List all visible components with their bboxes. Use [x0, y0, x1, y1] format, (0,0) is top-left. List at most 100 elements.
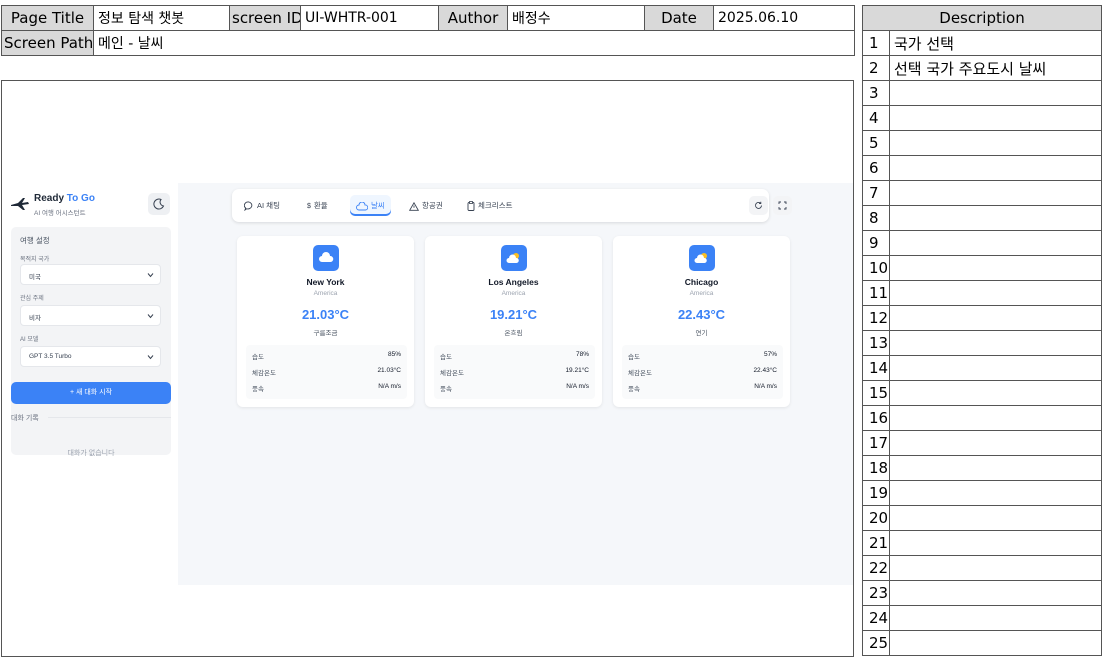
description-row-text — [889, 130, 1102, 156]
cloud-icon — [319, 252, 334, 262]
description-row-number: 23 — [862, 580, 890, 606]
moon-icon — [153, 198, 165, 210]
description-row-number: 8 — [862, 205, 890, 231]
description-row-text — [889, 330, 1102, 356]
description-row: 15 — [862, 380, 1102, 406]
refresh-button[interactable] — [749, 196, 768, 215]
partly-cloudy-icon — [506, 253, 519, 263]
description-row-number: 3 — [862, 80, 890, 106]
screen-path-value: 메인 - 날씨 — [93, 30, 855, 56]
model-select[interactable]: GPT 3.5 Turbo — [20, 346, 161, 367]
topic-select[interactable]: 비자 — [20, 305, 161, 326]
tab-ai-chat[interactable]: AI 채팅 — [244, 195, 280, 216]
tab-bar: AI 채팅 $ 환율 날씨 항공권 체크리스트 — [232, 189, 792, 222]
dollar-icon: $ — [307, 202, 311, 210]
spec-header-table: Page Title 정보 탐색 챗봇 screen ID UI-WHTR-00… — [1, 5, 855, 56]
description-row-number: 25 — [862, 630, 890, 656]
description-row-number: 16 — [862, 405, 890, 431]
description-row-text — [889, 630, 1102, 656]
description-row-text — [889, 205, 1102, 231]
description-row-text — [889, 380, 1102, 406]
tab-label: 환율 — [313, 201, 328, 210]
feels-like-row: 체감온도 21.03°C — [252, 367, 401, 377]
humidity-row: 습도 57% — [628, 351, 777, 361]
wind-value: N/A m/s — [754, 383, 777, 390]
weather-card-chicago: Chicago America 22.43°C 연기 습도 57% 체감온도 22.… — [613, 236, 790, 407]
feels-like-row: 체감온도 22.43°C — [628, 367, 777, 377]
wind-row: 풍속 N/A m/s — [628, 383, 777, 393]
description-row-text — [889, 230, 1102, 256]
settings-title: 여행 설정 — [20, 236, 50, 245]
tab-label: 날씨 — [371, 201, 385, 210]
description-row: 18 — [862, 455, 1102, 481]
temperature: 19.21°C — [489, 307, 538, 322]
airplane-logo-icon — [11, 198, 29, 210]
condition: 온흐림 — [504, 330, 523, 337]
metrics-box: 습도 78% 체감온도 19.21°C 풍속 N/A m/s — [434, 345, 595, 399]
description-row-number: 18 — [862, 455, 890, 481]
screen-id-label: screen ID — [229, 5, 301, 31]
wind-row: 풍속 N/A m/s — [252, 383, 401, 393]
description-row-text — [889, 155, 1102, 181]
main-area: AI 채팅 $ 환율 날씨 항공권 체크리스트 New York America… — [177, 182, 792, 584]
feels-like-value: 21.03°C — [377, 367, 401, 374]
country-name: America — [501, 290, 526, 297]
condition: 연기 — [695, 330, 708, 337]
description-row-text — [889, 355, 1102, 381]
date-label: Date — [644, 5, 714, 31]
date-value: 2025.06.10 — [713, 5, 855, 31]
humidity-row: 습도 85% — [252, 351, 401, 361]
weather-card-los-angeles: Los Angeles America 19.21°C 온흐림 습도 78% 체감… — [425, 236, 602, 407]
sidebar-layer: Ready To Go AI 여행 어시스턴트 여행 설정 목적지 국가 미국 … — [1, 80, 854, 657]
description-row-number: 5 — [862, 130, 890, 156]
wind-row: 풍속 N/A m/s — [440, 383, 589, 393]
new-chat-button[interactable]: + 새 대화 시작 — [11, 382, 171, 404]
screen-path-label: Screen Path — [1, 30, 94, 56]
description-row-number: 2 — [862, 55, 890, 81]
description-row-number: 10 — [862, 255, 890, 281]
tab-weather[interactable]: 날씨 — [350, 195, 391, 216]
description-row: 25 — [862, 630, 1102, 656]
history-empty-text: 대화가 없습니다 — [67, 450, 115, 457]
chat-bubble-icon — [244, 201, 253, 212]
country-name: America — [313, 290, 338, 297]
humidity-row: 습도 78% — [440, 351, 589, 361]
description-row-number: 11 — [862, 280, 890, 306]
description-row-number: 20 — [862, 505, 890, 531]
tab-flights[interactable]: 항공권 — [409, 195, 443, 216]
city-name: New York — [306, 277, 345, 287]
chevron-down-icon — [147, 355, 154, 360]
feels-like-row: 체감온도 19.21°C — [440, 367, 589, 377]
theme-toggle-button[interactable] — [148, 193, 170, 215]
wind-label: 풍속 — [440, 386, 452, 393]
brand-subtitle: AI 여행 어시스턴트 — [34, 210, 86, 217]
model-select-value: GPT 3.5 Turbo — [29, 353, 72, 360]
description-row-text — [889, 430, 1102, 456]
description-row-number: 9 — [862, 230, 890, 256]
description-row: 14 — [862, 355, 1102, 381]
description-row-number: 21 — [862, 530, 890, 556]
chevron-down-icon — [147, 273, 154, 278]
description-header: Description — [862, 5, 1102, 31]
tab-exchange[interactable]: $ 환율 — [307, 195, 328, 216]
brand: Ready To Go AI 여행 어시스턴트 — [10, 193, 170, 221]
cloud-icon — [356, 201, 368, 210]
tab-checklist[interactable]: 체크리스트 — [467, 195, 513, 216]
description-row-text — [889, 480, 1102, 506]
description-row-number: 13 — [862, 330, 890, 356]
history-title: 대화 기록 — [11, 415, 39, 422]
feels-like-value: 22.43°C — [753, 367, 777, 374]
description-row-number: 6 — [862, 155, 890, 181]
feels-like-label: 체감온도 — [252, 370, 276, 377]
description-row-text: 국가 선택 — [889, 30, 1102, 56]
description-row-number: 17 — [862, 430, 890, 456]
country-select[interactable]: 미국 — [20, 264, 161, 285]
description-row: 23 — [862, 580, 1102, 606]
description-row-text — [889, 505, 1102, 531]
expand-icon — [778, 201, 787, 210]
description-row: 2 선택 국가 주요도시 날씨 — [862, 55, 1102, 81]
fullscreen-button[interactable] — [773, 196, 792, 215]
description-row: 12 — [862, 305, 1102, 331]
description-row-number: 24 — [862, 605, 890, 631]
description-row: 20 — [862, 505, 1102, 531]
